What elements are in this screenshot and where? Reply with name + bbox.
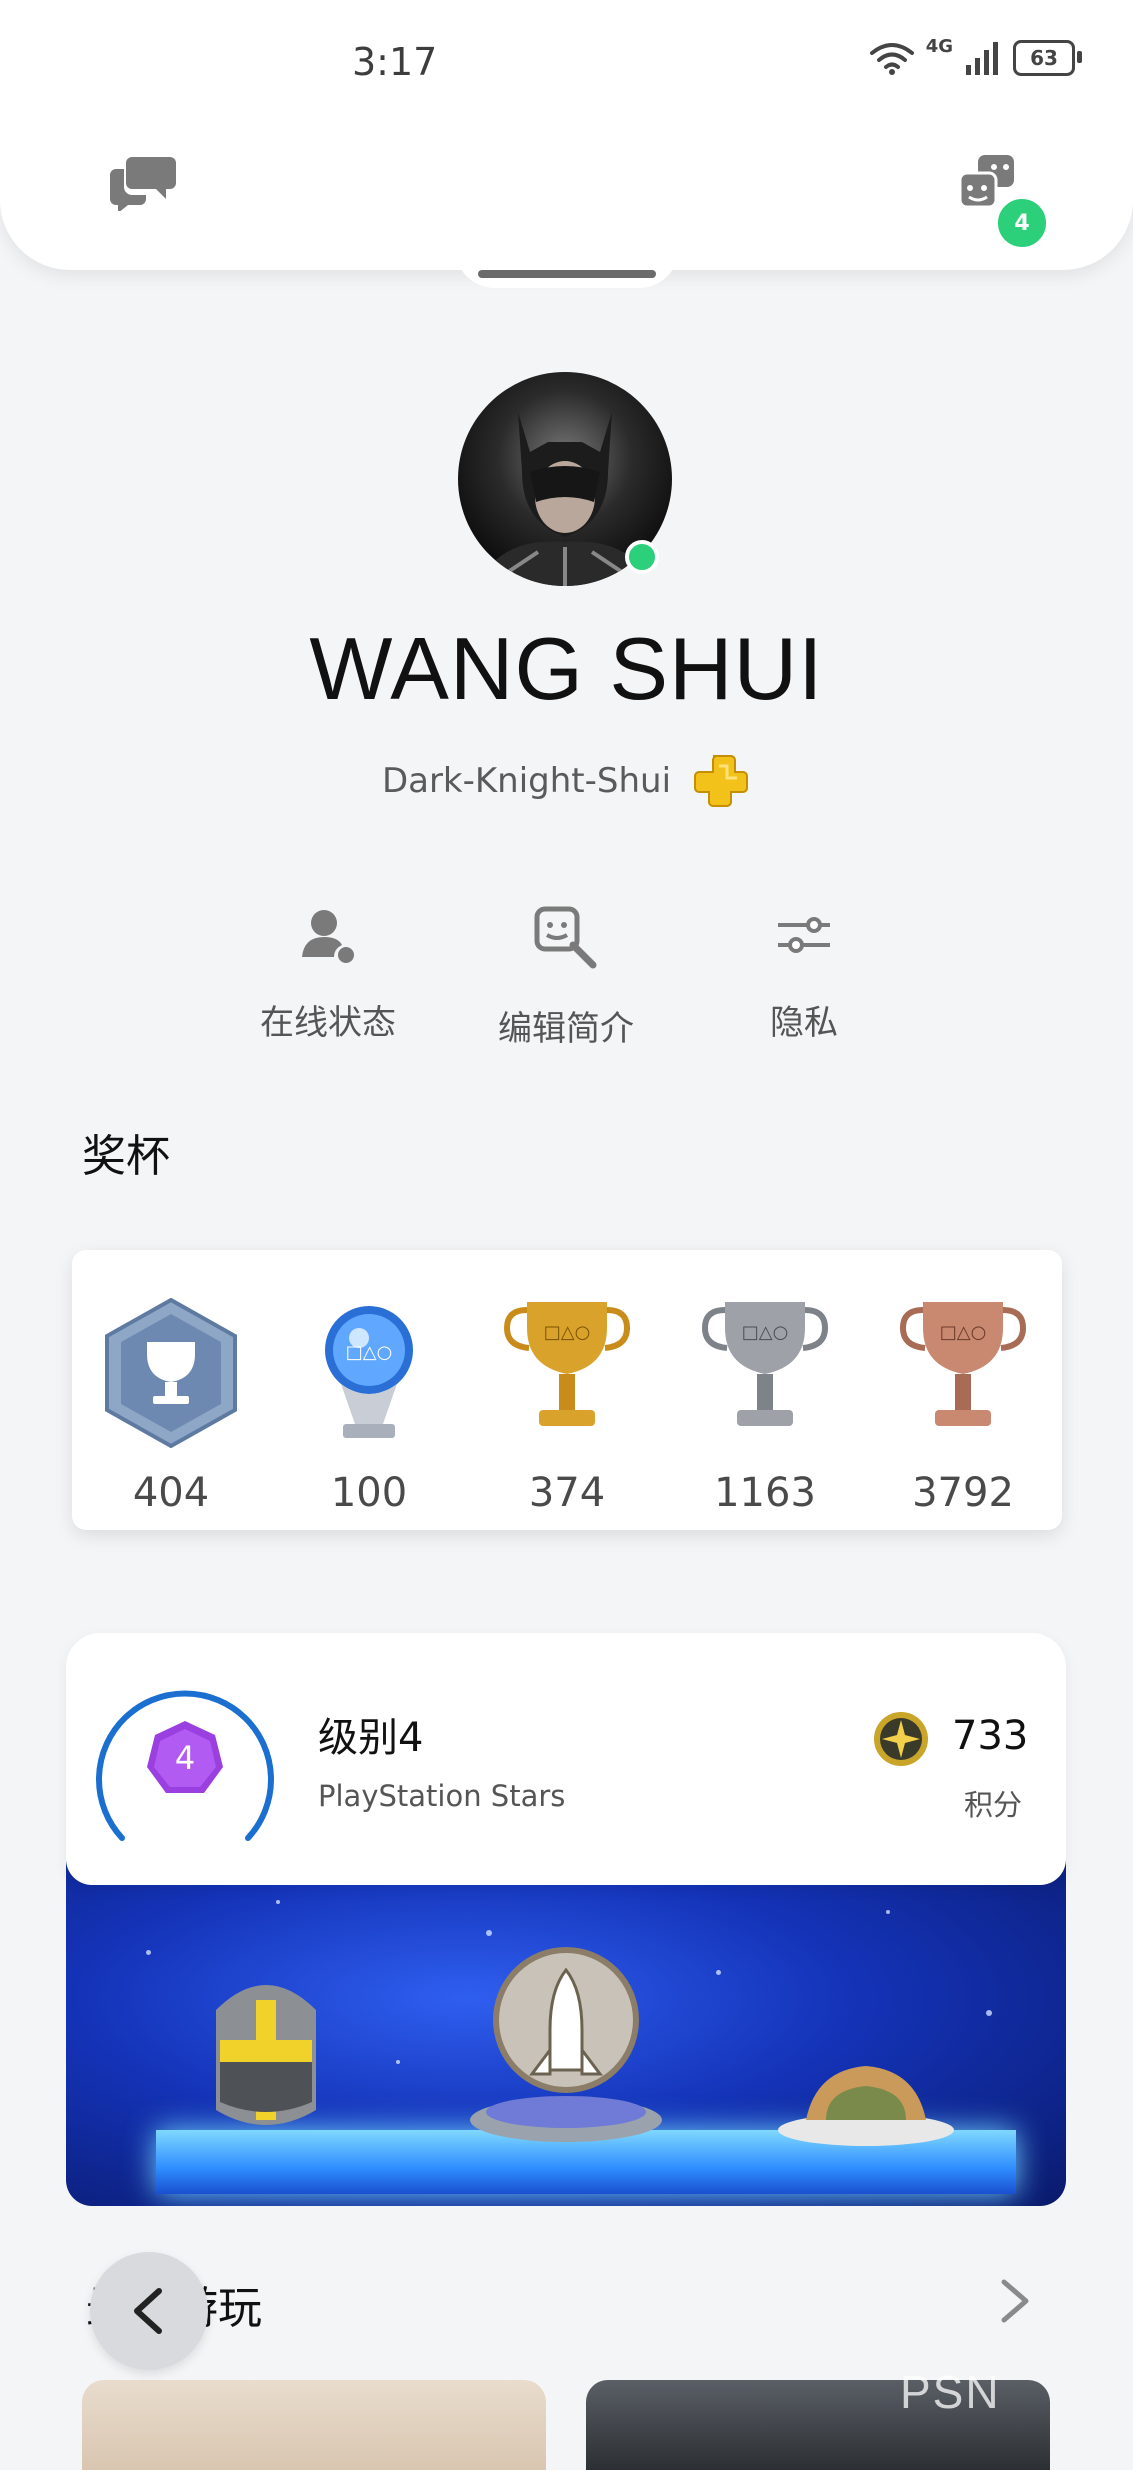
trophy-silver-count: 1163 <box>714 1470 816 1516</box>
star-dot <box>396 2060 400 2064</box>
trophy-gold: □△○ 374 <box>468 1298 666 1516</box>
battery-icon: 63 <box>1013 40 1082 76</box>
svg-text:□△○: □△○ <box>346 1342 393 1363</box>
status-icons: 4G 63 <box>869 36 1082 76</box>
privacy-button[interactable]: 隐私 <box>694 905 914 1044</box>
trophies-title: 奖杯 <box>82 1131 170 1182</box>
recent-game-tile[interactable] <box>82 2380 546 2470</box>
gold-trophy-icon: □△○ <box>503 1302 631 1426</box>
trophy-silver: □△○ 1163 <box>666 1298 864 1516</box>
platinum-trophy-icon: □△○ <box>325 1306 413 1438</box>
stars-collectibles-banner[interactable] <box>66 1860 1066 2206</box>
stars-points-label: 积分 <box>964 1788 1023 1822</box>
online-id: Dark-Knight-Shui <box>381 761 672 801</box>
star-dot <box>886 1910 890 1914</box>
trophy-level-count: 404 <box>132 1470 210 1516</box>
stars-points-icon <box>874 1712 928 1766</box>
wifi-icon <box>869 43 914 75</box>
online-id-row: Dark-Knight-Shui <box>0 752 1133 810</box>
svg-text:□△○: □△○ <box>544 1322 591 1343</box>
level-progress-ring: 4 <box>96 1690 274 1841</box>
chevron-left-icon <box>134 2288 162 2334</box>
trophy-summary-card[interactable]: 404 □△○ 100 □△○ 374 □△○ 1163 □△○ 3792 <box>72 1250 1062 1530</box>
signal-icon <box>966 42 998 75</box>
user-status-icon <box>302 910 354 963</box>
online-status-button[interactable]: 在线状态 <box>218 905 438 1044</box>
helmet-collectible <box>216 1985 316 2125</box>
star-dot <box>276 1900 280 1904</box>
chevron-right-icon[interactable] <box>996 2276 1034 2326</box>
ps-plus-icon <box>694 755 749 807</box>
level-badge-number: 4 <box>175 1739 195 1777</box>
trophy-bronze: □△○ 3792 <box>864 1298 1062 1516</box>
pie-collectible <box>778 2066 954 2146</box>
watermark-logo: PSN <box>900 2366 1001 2418</box>
messages-icon[interactable] <box>110 155 176 211</box>
edit-profile-label: 编辑简介 <box>498 1009 634 1049</box>
star-dot <box>716 1970 721 1975</box>
trophy-level-icon <box>105 1298 237 1448</box>
battery-level: 63 <box>1030 46 1058 70</box>
stars-level-title: 级别4 <box>318 1715 424 1761</box>
silver-trophy-icon: □△○ <box>701 1302 829 1426</box>
bronze-trophy-icon: □△○ <box>899 1302 1027 1426</box>
trophy-gold-count: 374 <box>528 1470 606 1516</box>
edit-profile-button[interactable]: 编辑简介 <box>456 905 676 1050</box>
star-dot <box>146 1950 151 1955</box>
trophy-level: 404 <box>72 1298 270 1516</box>
svg-text:□△○: □△○ <box>940 1322 987 1343</box>
network-type: 4G <box>925 35 953 57</box>
online-status-label: 在线状态 <box>260 1003 396 1043</box>
stars-subtitle: PlayStation Stars <box>318 1779 566 1813</box>
trophy-bronze-count: 3792 <box>912 1470 1014 1516</box>
edit-profile-icon <box>534 906 597 969</box>
online-status-dot <box>625 540 659 574</box>
back-button[interactable] <box>90 2252 208 2370</box>
status-time: 3:17 <box>352 40 438 84</box>
star-dot <box>486 1930 492 1936</box>
privacy-label: 隐私 <box>770 1003 838 1043</box>
shuttle-medal-collectible <box>470 1947 662 2142</box>
sliders-icon <box>778 917 830 953</box>
trophy-platinum: □△○ 100 <box>270 1298 468 1516</box>
stars-points-value: 733 <box>952 1713 1029 1759</box>
notification-badge: 4 <box>994 195 1050 251</box>
svg-text:□△○: □△○ <box>742 1322 789 1343</box>
trophy-platinum-count: 100 <box>330 1470 408 1516</box>
profile-name: WANG SHUI <box>309 619 824 718</box>
sheet-drag-handle[interactable] <box>478 270 656 278</box>
star-dot <box>986 2010 992 2016</box>
sheet-notch <box>455 248 679 288</box>
